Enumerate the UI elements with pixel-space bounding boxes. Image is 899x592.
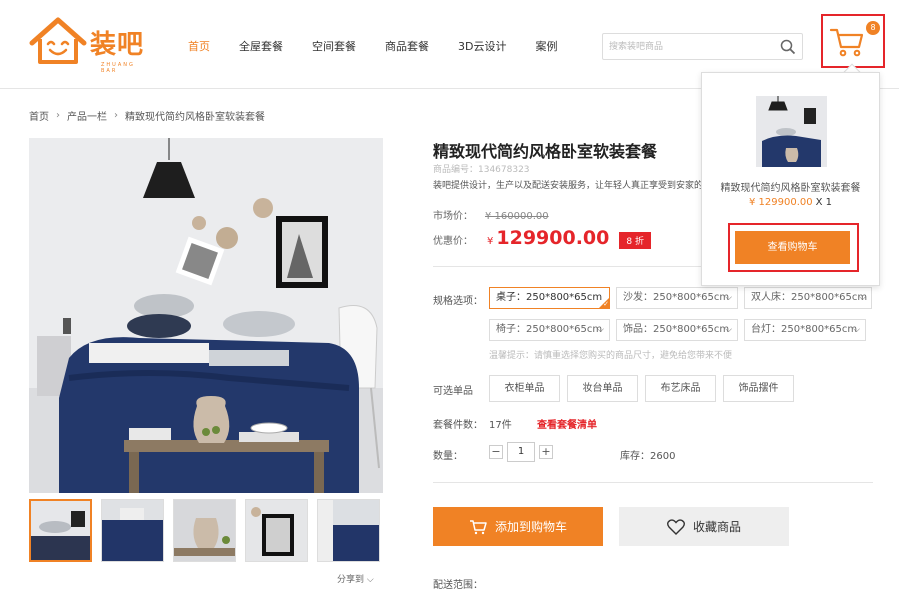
currency-symbol: ¥ — [487, 236, 494, 247]
search-icon[interactable] — [780, 39, 796, 55]
product-description: 装吧提供设计，生产以及配送安装服务，让年轻人真正享受到安家的乐趣 — [433, 181, 705, 191]
thumbnail-2[interactable] — [101, 499, 164, 562]
spec-option-label: 桌子：250*800*65cm — [496, 292, 603, 303]
check-icon: ✓ — [603, 300, 609, 308]
spec-option-label: 饰品：250*800*65cm — [623, 324, 730, 335]
quantity-minus-button[interactable]: − — [489, 445, 503, 459]
thumbnail-1[interactable] — [29, 499, 92, 562]
heart-icon — [667, 518, 685, 535]
chevron-down-icon: ⌵ — [597, 325, 604, 335]
optional-dresser-button[interactable]: 妆台单品 — [567, 375, 638, 402]
nav-item-3d-design[interactable]: 3D云设计 — [458, 38, 506, 54]
chevron-down-icon: ⌵ — [725, 293, 732, 303]
package-count-label: 套餐件数： — [433, 420, 483, 431]
sale-price: 129900.00 — [496, 227, 610, 249]
view-package-list-link[interactable]: 查看套餐清单 — [537, 416, 597, 431]
view-cart-highlight: 查看购物车 — [728, 223, 859, 272]
thumbnail-5[interactable] — [317, 499, 380, 562]
house-logo-icon — [29, 17, 87, 64]
main-nav: 首页 全屋套餐 空间套餐 商品套餐 3D云设计 案例 — [188, 38, 586, 54]
chevron-down-icon: ⌵ — [725, 325, 732, 335]
optional-label: 可选单品 — [433, 386, 473, 397]
search-input[interactable] — [603, 34, 773, 59]
spec-option-label: 台灯：250*800*65cm — [751, 324, 858, 335]
package-count: 17件 — [489, 420, 512, 431]
quantity-label: 数量： — [433, 451, 463, 462]
market-price: ¥ 160000.00 — [485, 211, 549, 222]
breadcrumb: 首页 › 产品一栏 › 精致现代简约风格卧室软装套餐 — [29, 108, 265, 123]
market-price-row: 市场价： ¥ 160000.00 — [433, 207, 549, 222]
breadcrumb-products[interactable]: 产品一栏 — [67, 108, 107, 123]
divider — [433, 482, 873, 483]
spec-label: 规格选项： — [433, 296, 483, 307]
cart-item-price-row: ¥ 129900.00 X 1 — [702, 197, 879, 208]
spec-option-chair[interactable]: 椅子：250*800*65cm ⌵ — [489, 319, 610, 341]
breadcrumb-home[interactable]: 首页 — [29, 108, 49, 123]
cart-item-qty: X 1 — [815, 197, 833, 208]
stock-count: 库存：2600 — [620, 451, 676, 462]
chevron-down-icon: ⌵ — [859, 293, 866, 303]
add-to-cart-label: 添加到购物车 — [494, 520, 567, 534]
search-box — [602, 33, 803, 60]
chevron-down-icon: ⌵ — [366, 575, 374, 585]
quantity-input[interactable]: 1 — [507, 442, 535, 462]
shopping-cart-icon — [829, 28, 864, 57]
nav-item-whole-house[interactable]: 全屋套餐 — [239, 38, 283, 54]
optional-wardrobe-button[interactable]: 衣柜单品 — [489, 375, 560, 402]
breadcrumb-current: 精致现代简约风格卧室软装套餐 — [125, 112, 265, 123]
discount-badge: 8 折 — [619, 232, 651, 249]
cart-popup: 精致现代简约风格卧室软装套餐 ¥ 129900.00 X 1 查看购物车 — [701, 72, 880, 286]
nav-item-home[interactable]: 首页 — [188, 38, 210, 54]
favorite-button[interactable]: 收藏商品 — [619, 507, 789, 546]
chevron-down-icon: ⌵ — [853, 325, 860, 335]
cart-item-name: 精致现代简约风格卧室软装套餐 — [720, 183, 861, 194]
cart-button[interactable]: 8 — [821, 14, 885, 68]
quantity-plus-button[interactable]: + — [539, 445, 553, 459]
chevron-right-icon: › — [56, 110, 60, 121]
sale-price-label: 优惠价： — [433, 236, 473, 247]
bedroom-scene-image — [29, 138, 383, 493]
spec-tip: 温馨提示：请慎重选择您购买的商品尺寸，避免给您带来不便 — [489, 351, 733, 361]
cart-item-price: ¥ 129900.00 — [748, 197, 813, 208]
thumbnail-3[interactable] — [173, 499, 236, 562]
spec-option-label: 双人床：250*800*65cm — [751, 292, 868, 303]
thumbnail-strip — [29, 499, 389, 562]
spec-option-bed[interactable]: 双人床：250*800*65cm ⌵ — [744, 287, 872, 309]
spec-option-table[interactable]: 桌子：250*800*65cm ✓ — [489, 287, 610, 309]
spec-option-lamp[interactable]: 台灯：250*800*65cm ⌵ — [744, 319, 866, 341]
product-main-image[interactable] — [29, 138, 383, 493]
view-cart-button[interactable]: 查看购物车 — [735, 231, 850, 264]
add-to-cart-button[interactable]: 添加到购物车 — [433, 507, 603, 546]
nav-item-space[interactable]: 空间套餐 — [312, 38, 356, 54]
nav-item-cases[interactable]: 案例 — [535, 38, 557, 54]
logo-subtext: ZHUANG BAR — [101, 62, 135, 74]
chevron-right-icon: › — [114, 110, 118, 121]
spec-option-label: 沙发：250*800*65cm — [623, 292, 730, 303]
share-label: 分享到 — [337, 575, 365, 585]
product-title: 精致现代简约风格卧室软装套餐 — [433, 142, 658, 161]
logo[interactable]: 装吧 ZHUANG BAR — [28, 16, 150, 74]
cart-item-image[interactable] — [756, 96, 827, 167]
share-dropdown[interactable]: 分享到 ⌵ — [337, 572, 374, 585]
product-code: 商品编号：134678323 — [433, 165, 530, 175]
favorite-label: 收藏商品 — [692, 520, 741, 534]
logo-text: 装吧 — [90, 30, 145, 60]
optional-bedding-button[interactable]: 布艺床品 — [645, 375, 716, 402]
spec-option-sofa[interactable]: 沙发：250*800*65cm ⌵ — [616, 287, 738, 309]
optional-ornament-button[interactable]: 饰品摆件 — [723, 375, 794, 402]
market-price-label: 市场价： — [433, 211, 473, 222]
nav-item-goods[interactable]: 商品套餐 — [385, 38, 429, 54]
cart-count-badge: 8 — [866, 21, 880, 35]
thumbnail-4[interactable] — [245, 499, 308, 562]
spec-option-label: 椅子：250*800*65cm — [496, 324, 603, 335]
spec-option-decor[interactable]: 饰品：250*800*65cm ⌵ — [616, 319, 738, 341]
shipping-range-label: 配送范围： — [433, 580, 483, 591]
quantity-stepper: − 1 + — [489, 442, 553, 462]
shopping-cart-icon — [469, 519, 487, 534]
sale-price-row: 优惠价： ¥ 129900.00 8 折 — [433, 227, 651, 249]
